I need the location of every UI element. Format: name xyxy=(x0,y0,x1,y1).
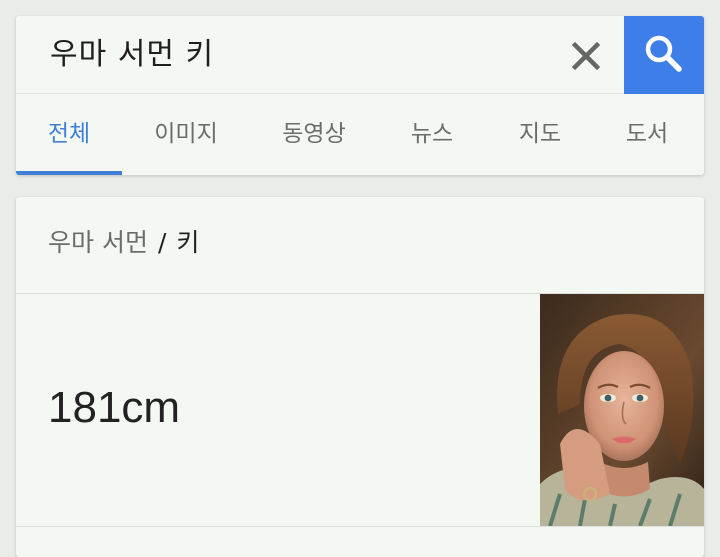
tab-news[interactable]: 뉴스 xyxy=(378,95,486,175)
search-tabs: 전체 이미지 동영상 뉴스 지도 도서 xyxy=(16,95,704,175)
search-bar: 우마 서먼 키 xyxy=(16,16,704,94)
breadcrumb-separator: / xyxy=(157,228,167,257)
tab-maps[interactable]: 지도 xyxy=(486,95,594,175)
breadcrumb-parent-link[interactable]: 우마 서먼 xyxy=(48,228,148,257)
divider xyxy=(16,526,704,527)
tab-all[interactable]: 전체 xyxy=(16,95,122,175)
tab-images[interactable]: 이미지 xyxy=(122,95,250,175)
search-icon xyxy=(645,35,682,72)
tab-videos[interactable]: 동영상 xyxy=(250,95,378,175)
breadcrumb: 우마 서먼 / 키 xyxy=(48,197,199,293)
answer-card: 우마 서먼 / 키 181cm xyxy=(16,197,704,557)
close-icon xyxy=(571,41,601,71)
clear-search-button[interactable] xyxy=(566,36,606,76)
search-card: 우마 서먼 키 전체 이미지 동영상 뉴스 지도 도서 xyxy=(16,16,704,175)
breadcrumb-current: 키 xyxy=(176,228,200,257)
active-tab-indicator xyxy=(16,171,122,175)
search-button[interactable] xyxy=(624,16,704,94)
tab-books[interactable]: 도서 xyxy=(594,95,700,175)
portrait-photo[interactable] xyxy=(540,294,704,526)
search-input[interactable]: 우마 서먼 키 xyxy=(50,16,214,94)
portrait-photo-image xyxy=(540,294,704,526)
answer-value: 181cm xyxy=(48,383,181,432)
